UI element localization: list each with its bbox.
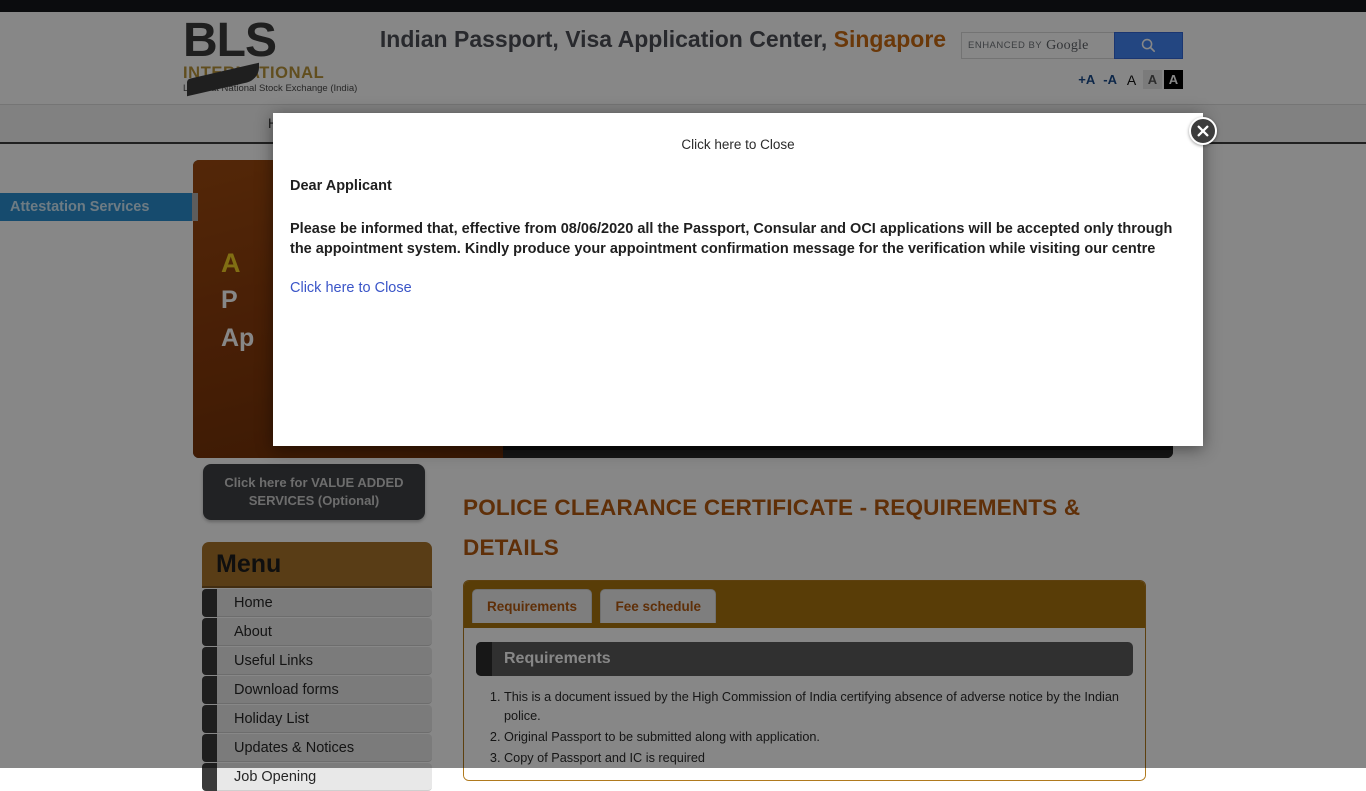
modal-bottom-close-link[interactable]: Click here to Close: [290, 280, 412, 296]
close-icon: [1197, 125, 1209, 137]
announcement-modal: Click here to Close Dear Applicant Pleas…: [273, 113, 1217, 446]
close-button[interactable]: [1189, 117, 1217, 145]
page-root: BLS INTERNATIONAL Listed at National Sto…: [0, 0, 1366, 791]
modal-message: Please be informed that, effective from …: [290, 221, 1173, 257]
modal-top-close-link[interactable]: Click here to Close: [273, 113, 1203, 152]
modal-salutation: Dear Applicant: [290, 178, 392, 194]
